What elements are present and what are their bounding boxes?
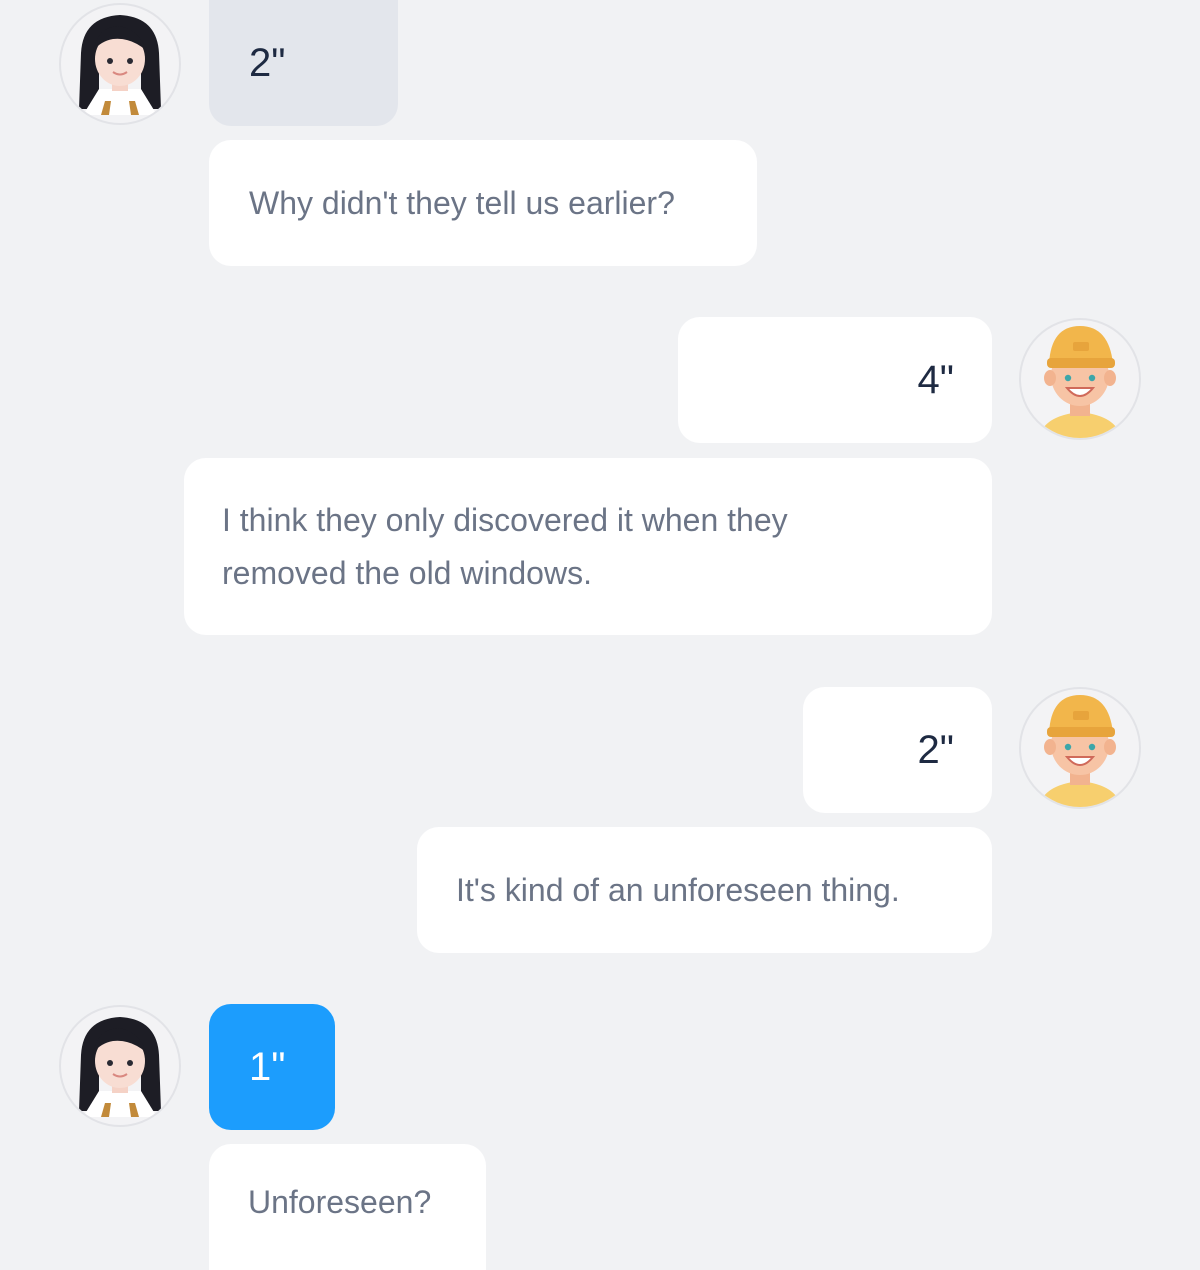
message-text: Why didn't they tell us earlier? [249, 184, 675, 221]
woman-avatar-icon [59, 3, 181, 125]
voice-message-duration[interactable]: 2" [209, 0, 398, 126]
duration-label: 4" [917, 357, 954, 402]
message-text: I think they only discovered it when the… [222, 501, 788, 591]
woman-avatar-icon [59, 1005, 181, 1127]
message-text: Unforeseen? [248, 1183, 432, 1220]
man-avatar-icon [1019, 687, 1141, 809]
duration-label: 1" [249, 1044, 286, 1089]
message-text-bubble: I think they only discovered it when the… [184, 458, 992, 635]
duration-label: 2" [917, 727, 954, 772]
man-avatar-icon [1019, 318, 1141, 440]
duration-label: 2" [249, 40, 286, 85]
message-text-bubble: It's kind of an unforeseen thing. [417, 827, 992, 953]
voice-message-duration-active[interactable]: 1" [209, 1004, 335, 1130]
message-text: It's kind of an unforeseen thing. [456, 871, 900, 908]
message-text-bubble: Why didn't they tell us earlier? [209, 140, 757, 266]
voice-message-duration[interactable]: 4" [678, 317, 992, 443]
message-text-bubble: Unforeseen? [209, 1144, 486, 1270]
voice-message-duration[interactable]: 2" [803, 687, 992, 813]
